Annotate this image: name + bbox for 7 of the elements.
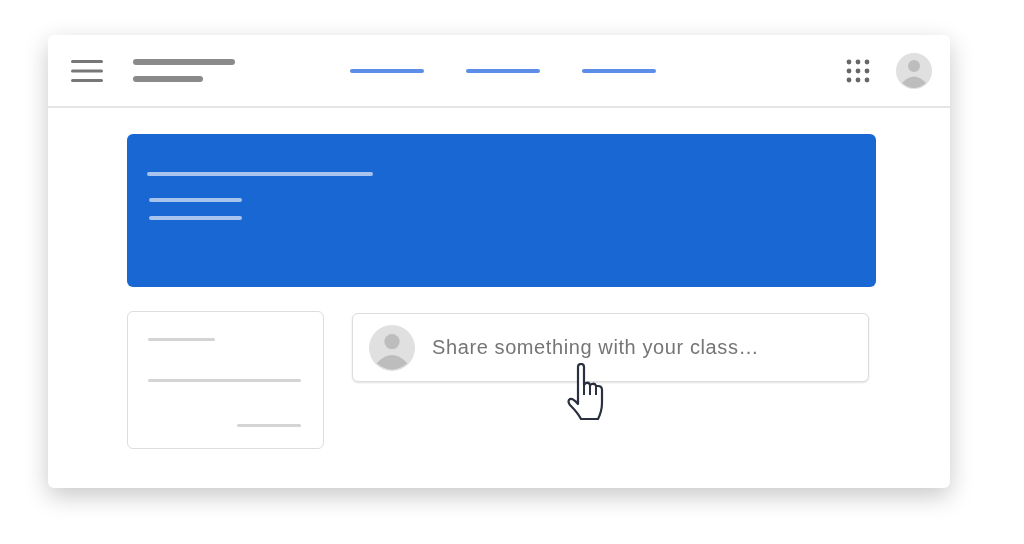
share-field[interactable]: Share something with your class… [352, 313, 869, 382]
avatar-icon[interactable] [896, 52, 932, 89]
tab-placeholder[interactable] [466, 68, 540, 73]
tab-placeholder[interactable] [350, 68, 424, 73]
apps-grid-icon[interactable] [846, 58, 870, 83]
tab-placeholder[interactable] [582, 68, 656, 73]
menu-icon[interactable] [71, 59, 103, 82]
